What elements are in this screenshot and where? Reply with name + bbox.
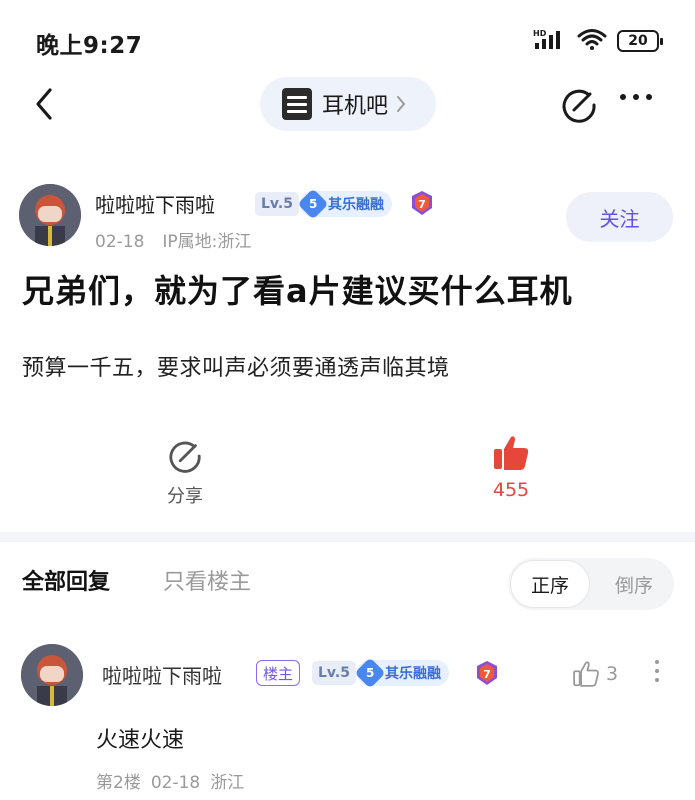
reply-like-button[interactable]: 3 [572, 660, 618, 688]
post-meta: 02-18 IP属地:浙江 [95, 227, 269, 252]
chevron-left-icon [36, 88, 52, 120]
status-bar: 晚上9:27 HD 20 [0, 0, 695, 80]
member-badge: 5 其乐融融 [297, 188, 392, 220]
dot-icon [646, 94, 652, 100]
reply-location: 浙江 [210, 773, 245, 793]
member-name: 其乐融融 [328, 197, 384, 213]
reply-more-button[interactable] [655, 660, 659, 682]
thumbs-up-outline-icon [573, 661, 599, 687]
post-title: 兄弟们，就为了看a片建议买什么耳机 [22, 272, 573, 310]
share-icon [169, 441, 201, 473]
svg-text:7: 7 [418, 198, 426, 211]
reply-date: 02-18 [150, 773, 201, 793]
share-button[interactable] [560, 86, 598, 124]
level-badge: Lv.5 [255, 192, 299, 216]
back-button[interactable] [24, 84, 64, 124]
follow-button[interactable]: 关注 [566, 192, 673, 242]
status-icons: HD 20 [533, 28, 663, 54]
medal-icon: 7 [410, 190, 434, 216]
dot-icon [633, 94, 639, 100]
thumbs-up-icon [494, 436, 529, 470]
status-time: 晚上9:27 [36, 33, 143, 59]
reply-item: 啦啦啦下雨啦 楼主 Lv.5 5 其乐融融 7 3 火速火速 第2楼 02-18 浙… [0, 640, 695, 800]
reply-meta: 第2楼 02-18 浙江 [96, 768, 254, 793]
post-body: 预算一千五，要求叫声必须要通透声临其境 [22, 356, 450, 381]
member-level-icon: 5 [297, 188, 329, 220]
forum-logo-icon [282, 88, 312, 120]
tab-op-only[interactable]: 只看楼主 [163, 564, 251, 596]
signal-icon: HD [533, 28, 567, 54]
more-menu-button[interactable] [620, 94, 652, 100]
chevron-right-icon [397, 96, 406, 112]
reply-floor: 第2楼 [96, 773, 141, 793]
share-action[interactable]: 分享 [150, 438, 220, 508]
ip-location: IP属地:浙江 [162, 232, 252, 252]
battery-level: 20 [628, 33, 648, 49]
post-date: 02-18 [95, 232, 145, 252]
network-type: HD [533, 29, 547, 38]
member-badge: 5 其乐融融 [354, 657, 449, 689]
avatar[interactable] [19, 184, 81, 246]
member-name: 其乐融融 [385, 666, 441, 682]
tab-all-replies[interactable]: 全部回复 [22, 564, 110, 596]
dot-icon [655, 678, 659, 682]
share-label: 分享 [167, 486, 203, 507]
wifi-icon [577, 28, 607, 54]
like-action[interactable]: 455 [476, 433, 546, 501]
top-navbar: 耳机吧 [0, 74, 695, 134]
member-level-icon: 5 [354, 657, 386, 689]
author-name[interactable]: 啦啦啦下雨啦 [95, 189, 215, 218]
forum-link[interactable]: 耳机吧 [260, 77, 436, 131]
svg-text:7: 7 [483, 668, 491, 681]
medal-icon: 7 [475, 660, 499, 686]
reply-like-count: 3 [606, 663, 619, 685]
sort-toggle: 正序 倒序 [508, 558, 674, 610]
battery-icon: 20 [617, 30, 663, 52]
sort-desc-button[interactable]: 倒序 [596, 560, 672, 608]
op-badge: 楼主 [256, 660, 301, 686]
dot-icon [655, 669, 659, 673]
dot-icon [620, 94, 626, 100]
sort-asc-button[interactable]: 正序 [510, 560, 590, 608]
like-count: 455 [492, 479, 530, 501]
post-author: 啦啦啦下雨啦 Lv.5 5 其乐融融 7 02-18 IP属地:浙江 关注 [0, 180, 695, 252]
level-badge: Lv.5 [312, 661, 356, 685]
reply-author-name[interactable]: 啦啦啦下雨啦 [102, 660, 222, 689]
section-divider [0, 532, 695, 542]
avatar[interactable] [21, 644, 83, 706]
reply-text: 火速火速 [96, 728, 185, 753]
share-icon [562, 89, 596, 123]
dot-icon [655, 660, 659, 664]
forum-name: 耳机吧 [322, 94, 389, 119]
